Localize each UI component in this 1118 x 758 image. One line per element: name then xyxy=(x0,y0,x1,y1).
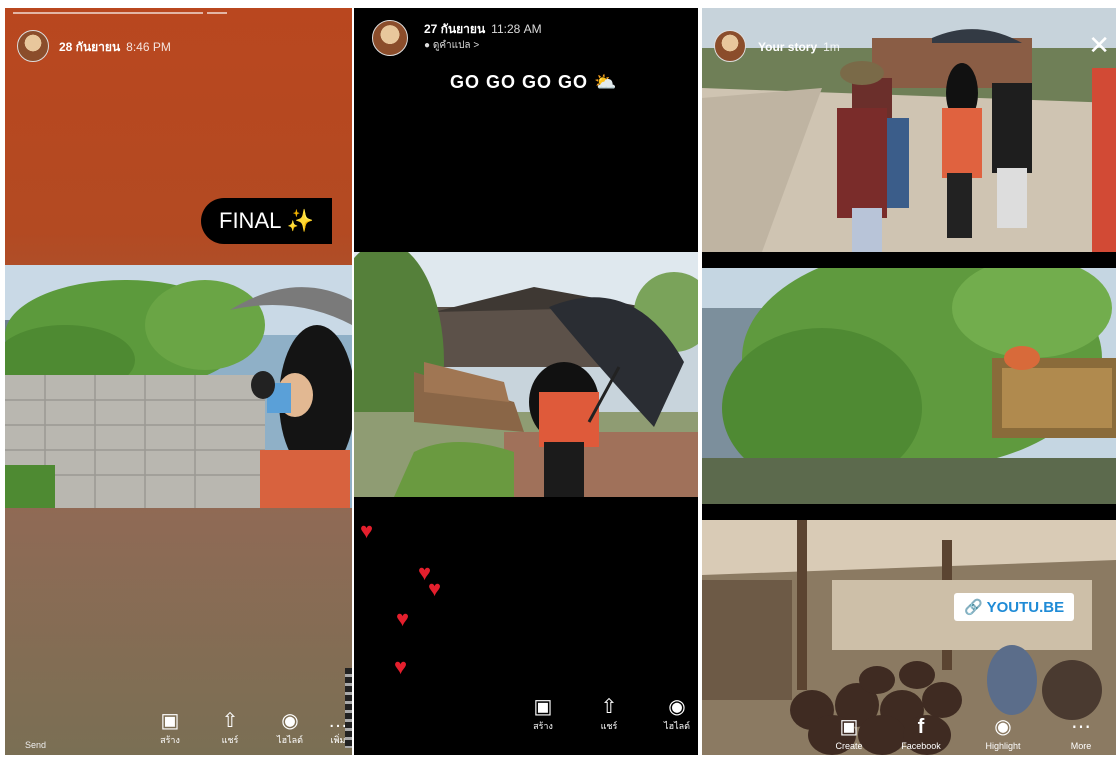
story-panel-2: 27 กันยายน 11:28 AM ● ดูคำแปล > GO GO GO … xyxy=(354,8,698,755)
share-button[interactable]: ⇧ แชร์ xyxy=(584,694,634,732)
share-label: แชร์ xyxy=(221,735,239,745)
link-sticker[interactable]: 🔗 YOUTU.BE xyxy=(954,593,1075,621)
reels-icon: ▣ xyxy=(533,696,553,718)
create-label: สร้าง xyxy=(533,721,553,731)
highlight-label: Highlight xyxy=(985,741,1021,751)
story-date: 28 กันยายน xyxy=(59,40,121,54)
facebook-icon: f xyxy=(917,716,925,738)
story-owner: Your story xyxy=(758,40,818,54)
heart-icon: ♥ xyxy=(360,518,374,543)
story-panel-3: Your story 1m ✕ ▣ Create f Facebook ◉ Hi… xyxy=(702,8,1116,755)
highlight-label: ไฮไลต์ xyxy=(277,735,303,745)
story-progress-bar xyxy=(207,12,227,14)
more-icon: ⋯ xyxy=(1071,716,1091,738)
story-time: 1m xyxy=(823,40,840,54)
scroll-handle[interactable] xyxy=(345,668,352,748)
highlight-button[interactable]: ◉ Highlight xyxy=(978,714,1028,752)
story-header: Your story 1m xyxy=(758,40,840,54)
facebook-button[interactable]: f Facebook xyxy=(896,714,946,752)
photo-tree-sign-scene xyxy=(702,268,1116,504)
send-label[interactable]: Send xyxy=(25,740,46,750)
avatar[interactable] xyxy=(714,30,746,62)
story-time: 8:46 PM xyxy=(126,40,171,54)
highlight-button[interactable]: ◉ ไฮไลต์ xyxy=(265,708,315,746)
share-icon: ⇧ xyxy=(600,696,618,718)
create-button[interactable]: ▣ Create xyxy=(824,714,874,752)
story-header: 28 กันยายน 8:46 PM xyxy=(59,38,171,57)
highlight-icon: ◉ xyxy=(281,710,299,732)
highlight-label: ไฮไลต์ xyxy=(664,721,690,731)
story-date: 27 กันยายน xyxy=(424,22,486,36)
heart-icon: ♥ xyxy=(428,576,442,601)
avatar[interactable] xyxy=(17,30,49,62)
create-label: Create xyxy=(835,741,863,751)
more-button[interactable]: ⋯ More xyxy=(1056,714,1106,752)
story-header: 27 กันยายน 11:28 AM xyxy=(424,20,542,39)
create-button[interactable]: ▣ สร้าง xyxy=(518,694,568,732)
story-panel-1: 28 กันยายน 8:46 PM FINAL ✨ Send ▣ สร้าง … xyxy=(5,8,352,755)
reels-icon: ▣ xyxy=(839,716,859,738)
avatar[interactable] xyxy=(372,20,408,56)
translation-link[interactable]: ● ดูคำแปล > xyxy=(424,38,479,53)
highlight-icon: ◉ xyxy=(668,696,686,718)
create-label: สร้าง xyxy=(160,735,180,745)
story-photo xyxy=(5,265,352,508)
heart-icon: ♥ xyxy=(394,654,408,679)
share-label: แชร์ xyxy=(600,721,618,731)
sticker-final: FINAL ✨ xyxy=(201,198,333,244)
heart-icon: ♥ xyxy=(396,606,410,631)
close-icon[interactable]: ✕ xyxy=(1088,30,1110,61)
story-time: 11:28 AM xyxy=(491,22,542,36)
story-photo xyxy=(354,252,698,497)
reels-icon: ▣ xyxy=(160,710,180,732)
story-photo xyxy=(702,268,1116,504)
share-icon: ⇧ xyxy=(221,710,239,732)
story-progress-bar xyxy=(13,12,203,14)
story-caption: GO GO GO GO ⛅ xyxy=(450,72,618,92)
photo-umbrella-scene xyxy=(354,252,698,497)
highlight-button[interactable]: ◉ ไฮไลต์ xyxy=(656,694,698,732)
photo-wall-scene xyxy=(5,265,352,508)
facebook-label: Facebook xyxy=(901,741,941,751)
share-button[interactable]: ⇧ แชร์ xyxy=(205,708,255,746)
more-label: More xyxy=(1070,741,1092,751)
highlight-icon: ◉ xyxy=(994,716,1012,738)
create-button[interactable]: ▣ สร้าง xyxy=(145,708,195,746)
